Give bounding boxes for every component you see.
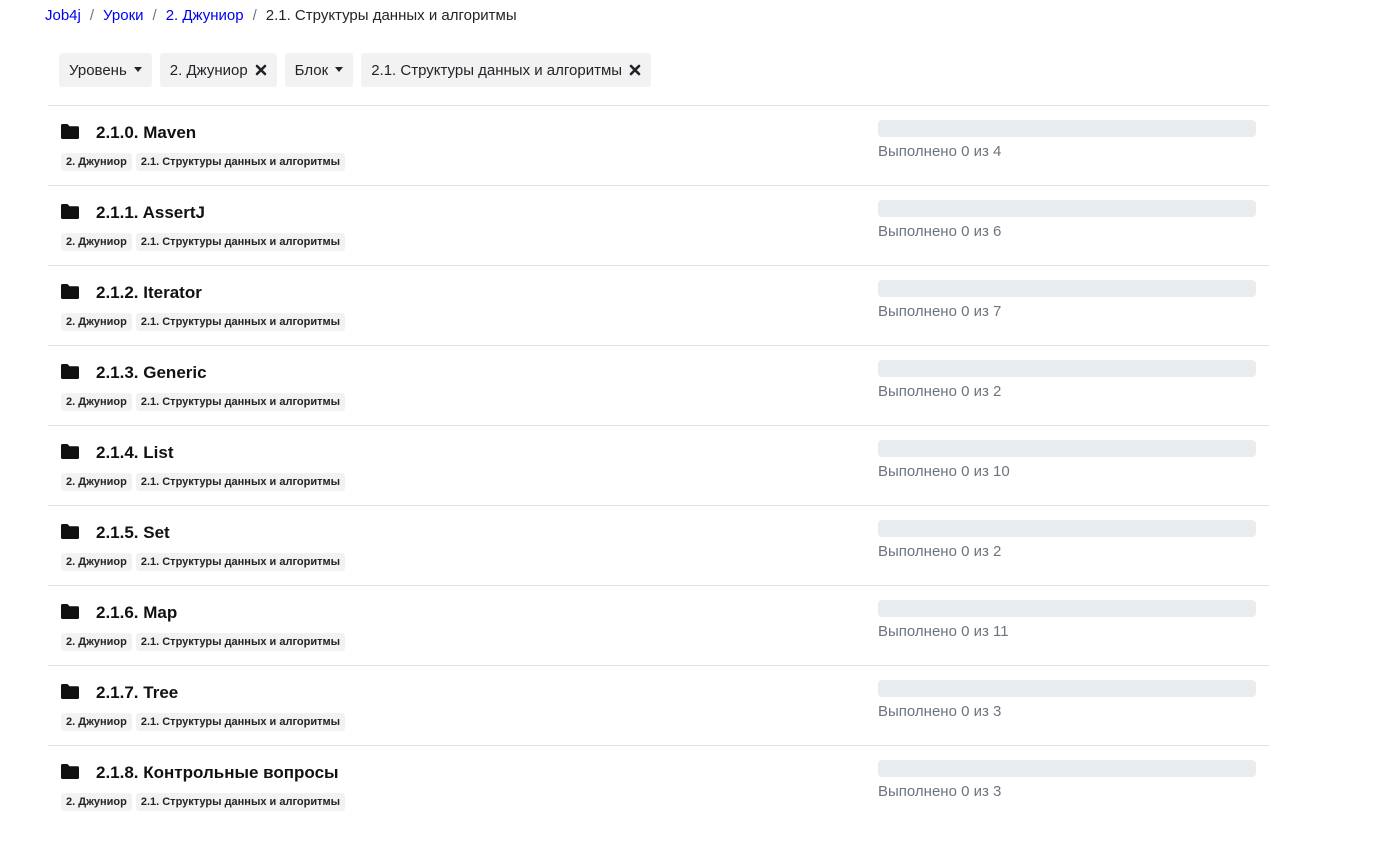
block-badge: 2.1. Структуры данных и алгоритмы bbox=[135, 553, 345, 571]
topic-title[interactable]: 2.1.6. Map bbox=[96, 602, 177, 624]
caret-down-icon bbox=[335, 66, 344, 72]
block-badge: 2.1. Структуры данных и алгоритмы bbox=[135, 233, 345, 251]
topic-title[interactable]: 2.1.5. Set bbox=[96, 522, 170, 544]
progress-bar bbox=[878, 760, 1256, 777]
breadcrumb-lessons[interactable]: Уроки bbox=[103, 6, 143, 26]
breadcrumb-current: 2.1. Структуры данных и алгоритмы bbox=[265, 7, 517, 24]
topic-badges: 2. Джуниор 2.1. Структуры данных и алгор… bbox=[61, 153, 345, 171]
folder-icon bbox=[61, 364, 79, 379]
breadcrumb-job4j[interactable]: Job4j bbox=[45, 6, 81, 26]
filter-bar: Уровень 2. Джуниор Блок 2.1. Структуры д… bbox=[59, 53, 652, 87]
topic-badges: 2. Джуниор 2.1. Структуры данных и алгор… bbox=[61, 633, 345, 651]
topic-row[interactable]: 2.1.8. Контрольные вопросы 2. Джуниор 2.… bbox=[48, 745, 1269, 825]
topic-badges: 2. Джуниор 2.1. Структуры данных и алгор… bbox=[61, 393, 345, 411]
progress-bar bbox=[878, 120, 1256, 137]
topic-badges: 2. Джуниор 2.1. Структуры данных и алгор… bbox=[61, 233, 345, 251]
breadcrumb-separator: / bbox=[89, 7, 95, 24]
close-icon[interactable] bbox=[255, 64, 267, 76]
topic-row[interactable]: 2.1.1. AssertJ 2. Джуниор 2.1. Структуры… bbox=[48, 185, 1269, 265]
block-badge: 2.1. Структуры данных и алгоритмы bbox=[135, 713, 345, 731]
level-badge: 2. Джуниор bbox=[61, 393, 132, 411]
block-badge: 2.1. Структуры данных и алгоритмы bbox=[135, 633, 345, 651]
topic-list: 2.1.0. Maven 2. Джуниор 2.1. Структуры д… bbox=[48, 105, 1269, 825]
level-badge: 2. Джуниор bbox=[61, 473, 132, 491]
topic-title[interactable]: 2.1.0. Maven bbox=[96, 122, 196, 144]
level-badge: 2. Джуниор bbox=[61, 713, 132, 731]
topic-title[interactable]: 2.1.4. List bbox=[96, 442, 173, 464]
topic-badges: 2. Джуниор 2.1. Структуры данных и алгор… bbox=[61, 553, 345, 571]
progress-bar bbox=[878, 200, 1256, 217]
topic-row[interactable]: 2.1.2. Iterator 2. Джуниор 2.1. Структур… bbox=[48, 265, 1269, 345]
breadcrumb-separator: / bbox=[252, 7, 257, 24]
breadcrumb-junior[interactable]: 2. Джуниор bbox=[166, 6, 244, 26]
folder-icon bbox=[61, 284, 79, 299]
level-badge: 2. Джуниор bbox=[61, 633, 132, 651]
breadcrumb-separator: / bbox=[152, 7, 157, 24]
block-badge: 2.1. Структуры данных и алгоритмы bbox=[135, 313, 345, 331]
topic-row[interactable]: 2.1.7. Tree 2. Джуниор 2.1. Структуры да… bbox=[48, 665, 1269, 745]
topic-badges: 2. Джуниор 2.1. Структуры данных и алгор… bbox=[61, 793, 345, 811]
block-dropdown[interactable]: Блок bbox=[284, 53, 354, 87]
progress-status: Выполнено 0 из 3 bbox=[878, 783, 1002, 800]
caret-down-icon bbox=[133, 66, 142, 72]
progress-status: Выполнено 0 из 6 bbox=[878, 223, 1002, 240]
block-filter-chip: 2.1. Структуры данных и алгоритмы bbox=[361, 53, 652, 87]
block-dropdown-label: Блок bbox=[294, 61, 329, 79]
topic-title[interactable]: 2.1.8. Контрольные вопросы bbox=[96, 762, 339, 784]
progress-bar bbox=[878, 440, 1256, 457]
progress-status: Выполнено 0 из 3 bbox=[878, 703, 1002, 720]
topic-row[interactable]: 2.1.0. Maven 2. Джуниор 2.1. Структуры д… bbox=[48, 105, 1269, 185]
topic-title[interactable]: 2.1.7. Tree bbox=[96, 682, 178, 704]
block-badge: 2.1. Структуры данных и алгоритмы bbox=[135, 393, 345, 411]
folder-icon bbox=[61, 764, 79, 779]
level-dropdown[interactable]: Уровень bbox=[59, 53, 152, 87]
topic-badges: 2. Джуниор 2.1. Структуры данных и алгор… bbox=[61, 473, 345, 491]
topic-title[interactable]: 2.1.3. Generic bbox=[96, 362, 207, 384]
block-filter-value: 2.1. Структуры данных и алгоритмы bbox=[371, 61, 623, 79]
progress-bar bbox=[878, 680, 1256, 697]
folder-icon bbox=[61, 444, 79, 459]
block-badge: 2.1. Структуры данных и алгоритмы bbox=[135, 793, 345, 811]
block-badge: 2.1. Структуры данных и алгоритмы bbox=[135, 473, 345, 491]
level-badge: 2. Джуниор bbox=[61, 553, 132, 571]
breadcrumb: Job4j / Уроки / 2. Джуниор / 2.1. Структ… bbox=[45, 6, 517, 26]
folder-icon bbox=[61, 604, 79, 619]
progress-status: Выполнено 0 из 10 bbox=[878, 463, 1010, 480]
folder-icon bbox=[61, 124, 79, 139]
topic-title[interactable]: 2.1.2. Iterator bbox=[96, 282, 202, 304]
level-dropdown-label: Уровень bbox=[69, 61, 127, 79]
progress-status: Выполнено 0 из 2 bbox=[878, 383, 1002, 400]
progress-bar bbox=[878, 360, 1256, 377]
progress-bar bbox=[878, 600, 1256, 617]
progress-status: Выполнено 0 из 4 bbox=[878, 143, 1002, 160]
progress-bar bbox=[878, 520, 1256, 537]
level-filter-chip: 2. Джуниор bbox=[159, 53, 277, 87]
topic-badges: 2. Джуниор 2.1. Структуры данных и алгор… bbox=[61, 713, 345, 731]
topic-badges: 2. Джуниор 2.1. Структуры данных и алгор… bbox=[61, 313, 345, 331]
folder-icon bbox=[61, 684, 79, 699]
level-badge: 2. Джуниор bbox=[61, 313, 132, 331]
block-badge: 2.1. Структуры данных и алгоритмы bbox=[135, 153, 345, 171]
level-badge: 2. Джуниор bbox=[61, 233, 132, 251]
progress-status: Выполнено 0 из 7 bbox=[878, 303, 1002, 320]
topic-row[interactable]: 2.1.3. Generic 2. Джуниор 2.1. Структуры… bbox=[48, 345, 1269, 425]
progress-bar bbox=[878, 280, 1256, 297]
folder-icon bbox=[61, 524, 79, 539]
level-filter-value: 2. Джуниор bbox=[169, 61, 248, 79]
topic-row[interactable]: 2.1.4. List 2. Джуниор 2.1. Структуры да… bbox=[48, 425, 1269, 505]
close-icon[interactable] bbox=[629, 64, 641, 76]
topic-row[interactable]: 2.1.6. Map 2. Джуниор 2.1. Структуры дан… bbox=[48, 585, 1269, 665]
level-badge: 2. Джуниор bbox=[61, 153, 132, 171]
topic-row[interactable]: 2.1.5. Set 2. Джуниор 2.1. Структуры дан… bbox=[48, 505, 1269, 585]
topic-title[interactable]: 2.1.1. AssertJ bbox=[96, 202, 205, 224]
level-badge: 2. Джуниор bbox=[61, 793, 132, 811]
folder-icon bbox=[61, 204, 79, 219]
progress-status: Выполнено 0 из 2 bbox=[878, 543, 1002, 560]
progress-status: Выполнено 0 из 11 bbox=[878, 623, 1009, 640]
